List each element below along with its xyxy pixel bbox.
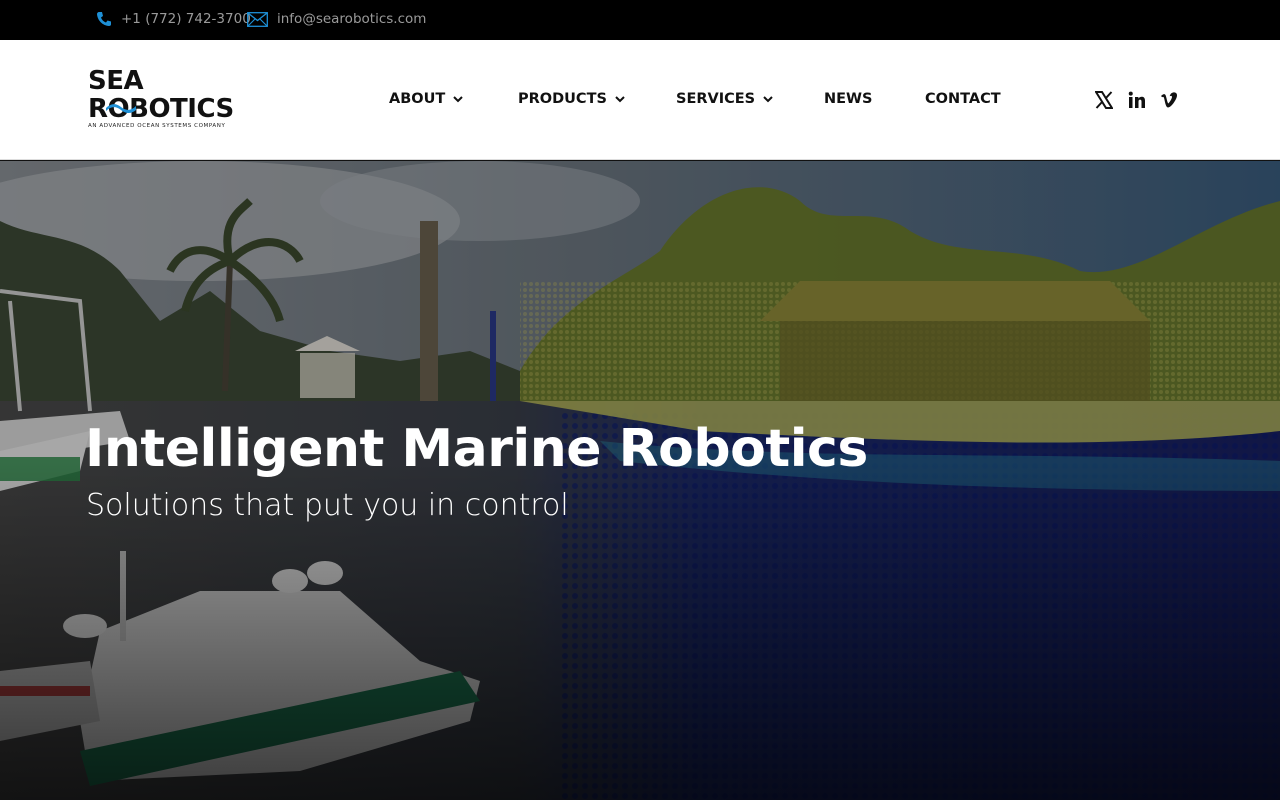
logo-tagline: AN ADVANCED OCEAN SYSTEMS COMPANY bbox=[88, 123, 226, 129]
email-address: info@searobotics.com bbox=[277, 11, 427, 27]
nav-label: SERVICES bbox=[676, 91, 756, 107]
linkedin-icon[interactable] bbox=[1127, 90, 1147, 110]
phone-number: +1 (772) 742-3700 bbox=[121, 11, 251, 27]
nav-contact[interactable]: CONTACT bbox=[925, 92, 1001, 107]
hero-subtitle: Solutions that put you in control bbox=[86, 488, 569, 523]
chevron-down-icon bbox=[615, 96, 625, 103]
vimeo-icon[interactable] bbox=[1160, 90, 1180, 110]
nav-about[interactable]: ABOUT bbox=[389, 92, 463, 107]
logo-r: R bbox=[88, 94, 108, 124]
nav-services[interactable]: SERVICES bbox=[676, 92, 773, 107]
hero-title: Intelligent Marine Robotics bbox=[85, 419, 868, 479]
top-contact-bar: +1 (772) 742-3700 info@searobotics.com bbox=[0, 0, 1280, 40]
nav-label: NEWS bbox=[824, 91, 873, 107]
hero-banner: Intelligent Marine Robotics Solutions th… bbox=[0, 161, 1280, 800]
nav-products[interactable]: PRODUCTS bbox=[518, 92, 625, 107]
envelope-icon bbox=[247, 11, 268, 27]
nav-label: PRODUCTS bbox=[518, 91, 607, 107]
nav-label: ABOUT bbox=[389, 91, 446, 107]
email-link[interactable]: info@searobotics.com bbox=[247, 11, 426, 27]
phone-icon bbox=[97, 12, 111, 26]
chevron-down-icon bbox=[763, 96, 773, 103]
wave-icon bbox=[106, 104, 136, 113]
logo-text-sea: SEA bbox=[88, 66, 144, 96]
hero-background-image bbox=[0, 161, 1280, 800]
logo-botics: BOTICS bbox=[129, 94, 234, 124]
nav-label: CONTACT bbox=[925, 91, 1001, 107]
x-icon[interactable] bbox=[1094, 90, 1114, 110]
chevron-down-icon bbox=[453, 96, 463, 103]
site-logo[interactable]: SEA ROBOTICS AN ADVANCED OCEAN SYSTEMS C… bbox=[88, 68, 248, 134]
nav-news[interactable]: NEWS bbox=[824, 92, 872, 107]
site-header: SEA ROBOTICS AN ADVANCED OCEAN SYSTEMS C… bbox=[0, 40, 1280, 160]
phone-link[interactable]: +1 (772) 742-3700 bbox=[96, 11, 251, 27]
